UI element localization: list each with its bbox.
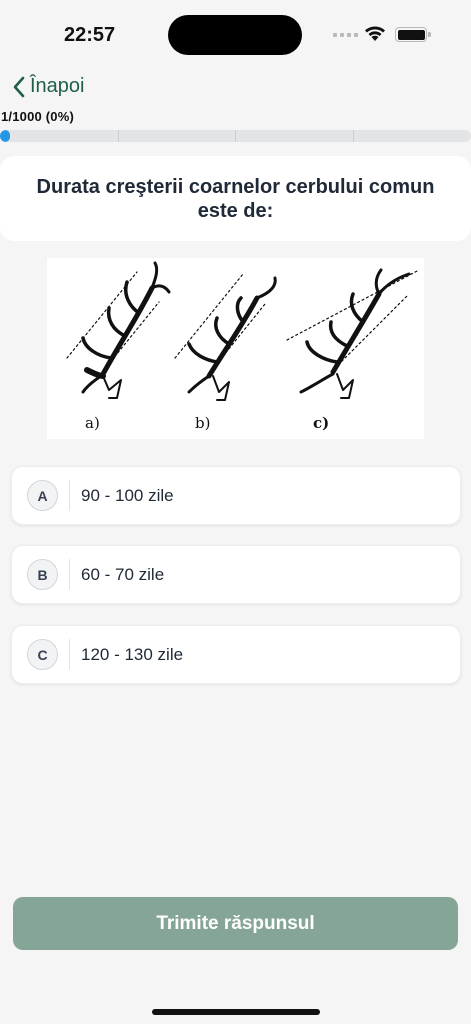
option-text: 90 - 100 zile bbox=[81, 485, 174, 505]
progress-fill bbox=[0, 130, 10, 142]
cellular-signal-icon bbox=[333, 33, 358, 37]
antler-illustration: a) b) c) bbox=[47, 258, 424, 439]
battery-icon bbox=[395, 27, 431, 42]
option-letter-badge: B bbox=[27, 559, 58, 590]
progress-bar bbox=[0, 130, 471, 142]
back-button[interactable]: Înapoi bbox=[12, 75, 85, 98]
answer-option-a[interactable]: A 90 - 100 zile bbox=[11, 466, 461, 525]
chevron-left-icon bbox=[13, 76, 25, 97]
illustration-label-c: c) bbox=[313, 414, 329, 432]
status-time: 22:57 bbox=[64, 24, 116, 46]
option-text: 60 - 70 zile bbox=[81, 564, 165, 584]
home-indicator[interactable] bbox=[152, 1009, 320, 1015]
option-divider bbox=[69, 480, 70, 511]
option-letter-badge: C bbox=[27, 639, 58, 670]
dynamic-island bbox=[168, 15, 302, 55]
question-text: Durata creşterii coarnelor cerbului comu… bbox=[36, 175, 435, 222]
option-divider bbox=[69, 559, 70, 590]
option-divider bbox=[69, 639, 70, 670]
illustration-label-b: b) bbox=[195, 414, 210, 432]
wifi-icon bbox=[364, 24, 386, 47]
status-bar: 22:57 bbox=[0, 0, 471, 70]
option-letter-badge: A bbox=[27, 480, 58, 511]
answer-option-c[interactable]: C 120 - 130 zile bbox=[11, 625, 461, 684]
submit-answer-button[interactable]: Trimite răspunsul bbox=[13, 897, 458, 950]
answer-option-b[interactable]: B 60 - 70 zile bbox=[11, 545, 461, 604]
option-text: 120 - 130 zile bbox=[81, 644, 184, 664]
question-card: Durata creşterii coarnelor cerbului comu… bbox=[0, 156, 471, 241]
progress-label: 1/1000 (0%) bbox=[1, 109, 75, 124]
back-label: Înapoi bbox=[30, 75, 85, 97]
illustration-label-a: a) bbox=[85, 414, 100, 432]
